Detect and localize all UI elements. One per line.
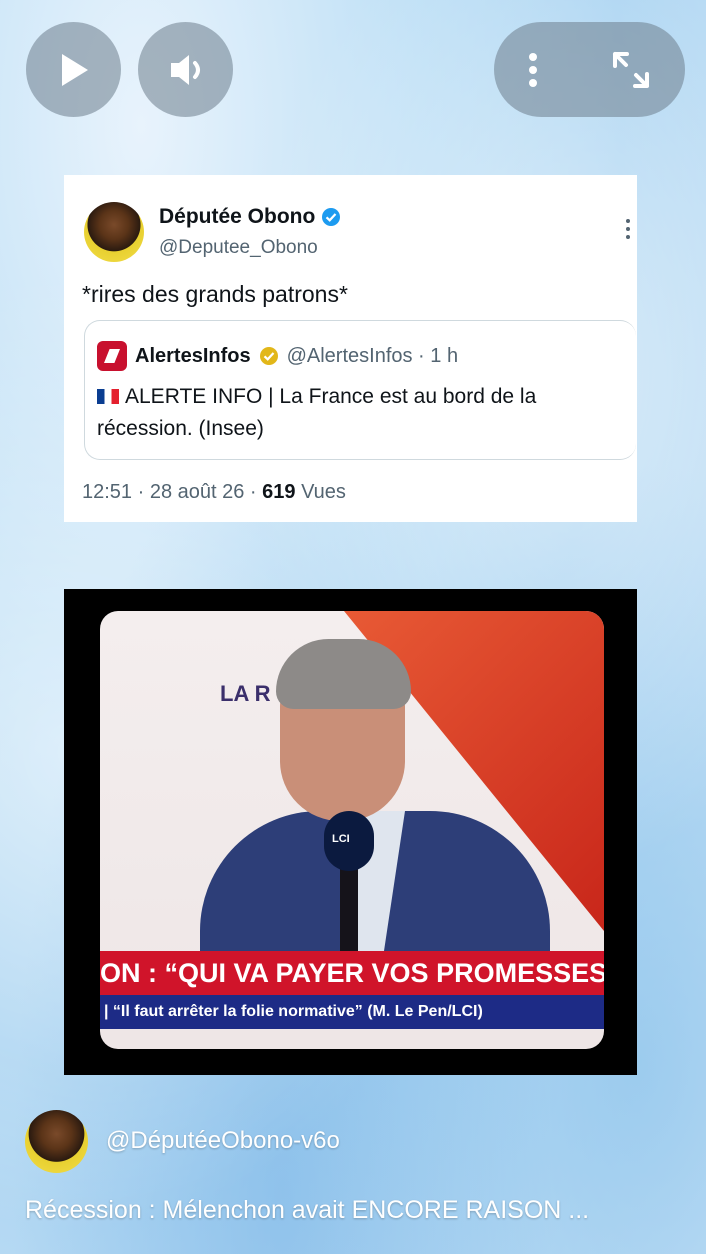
channel-avatar[interactable] <box>25 1110 88 1173</box>
verified-gold-badge-icon <box>259 347 278 365</box>
quoted-body: ALERTE INFO | La France est au bord de l… <box>97 385 537 440</box>
microphone-label: LCI <box>332 833 350 845</box>
microphone-handle <box>340 866 358 956</box>
more-vertical-icon[interactable] <box>528 52 538 88</box>
french-flag-icon <box>97 389 119 404</box>
alertesinfos-logo-icon <box>97 341 127 371</box>
news-ticker: | “Il faut arrêter la folie normative” (… <box>100 995 604 1029</box>
play-button[interactable] <box>26 22 121 117</box>
embedded-video-frame: LA R LCI ON : “QUI VA PAYER VOS PROMESSE… <box>64 589 637 1075</box>
play-icon <box>61 53 88 86</box>
tweet-author-avatar <box>84 202 144 262</box>
tweet-more-icon[interactable] <box>625 219 631 243</box>
tweet-views-label: Vues <box>295 481 346 503</box>
quoted-tweet[interactable]: AlertesInfos @AlertesInfos · 1 h ALERTE … <box>84 320 636 460</box>
tv-screen: LA R LCI ON : “QUI VA PAYER VOS PROMESSE… <box>100 611 604 1049</box>
tweet-author-handle: @Deputee_Obono <box>159 237 318 258</box>
volume-button[interactable] <box>138 22 233 117</box>
channel-name[interactable]: @DéputéeObono-v6o <box>106 1127 340 1155</box>
volume-icon <box>170 54 200 85</box>
tweet-author-name: Députée Obono <box>159 205 316 228</box>
news-headline-banner: ON : “QUI VA PAYER VOS PROMESSES ? <box>100 951 604 995</box>
tweet-time-date: 12:51 · 28 août 26 · <box>82 481 263 503</box>
player-options-group <box>494 22 685 117</box>
fullscreen-icon[interactable] <box>611 50 651 90</box>
tweet-text: *rires des grands patrons* <box>82 281 348 307</box>
tweet-meta: 12:51 · 28 août 26 · 619 Vues <box>82 481 346 504</box>
video-title[interactable]: Récession : Mélenchon avait ENCORE RAISO… <box>25 1196 665 1225</box>
quoted-author-name: AlertesInfos <box>135 344 251 367</box>
speaker-hair <box>276 639 411 709</box>
studio-logo: LA R <box>220 681 271 706</box>
quoted-handle-time: @AlertesInfos · 1 h <box>286 344 459 367</box>
tweet-card[interactable]: Députée Obono @Deputee_Obono *rires des … <box>64 175 637 522</box>
verified-badge-icon <box>322 208 341 226</box>
tweet-views-count: 619 <box>262 481 296 503</box>
